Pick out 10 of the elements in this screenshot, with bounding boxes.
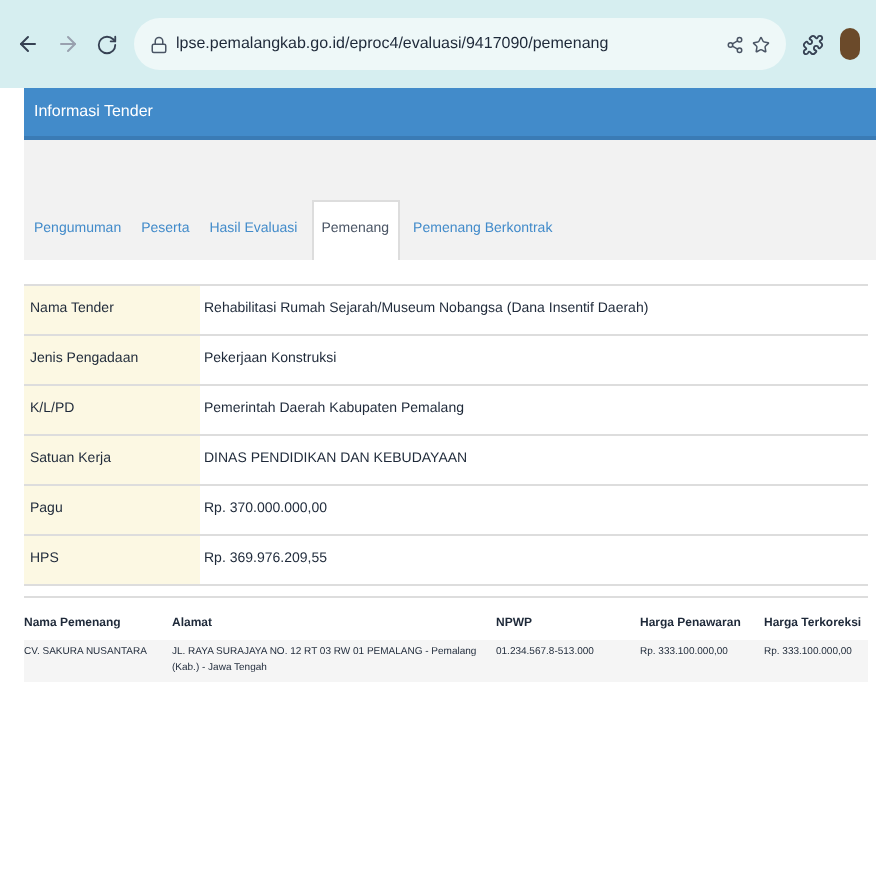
reload-icon[interactable] [96, 33, 118, 55]
extensions-icon[interactable] [802, 33, 824, 55]
star-icon[interactable] [752, 35, 770, 53]
lock-icon [150, 35, 168, 53]
share-icon[interactable] [726, 35, 744, 53]
profile-avatar[interactable] [840, 28, 860, 60]
header-title: Informasi Tender [34, 100, 153, 124]
back-icon[interactable] [16, 32, 40, 56]
address-bar[interactable]: lpse.pemalangkab.go.id/eproc4/evaluasi/9417090/pemenang [134, 18, 786, 70]
url-text: lpse.pemalangkab.go.id/eproc4/evaluasi/9417090/pemenang [176, 32, 609, 56]
